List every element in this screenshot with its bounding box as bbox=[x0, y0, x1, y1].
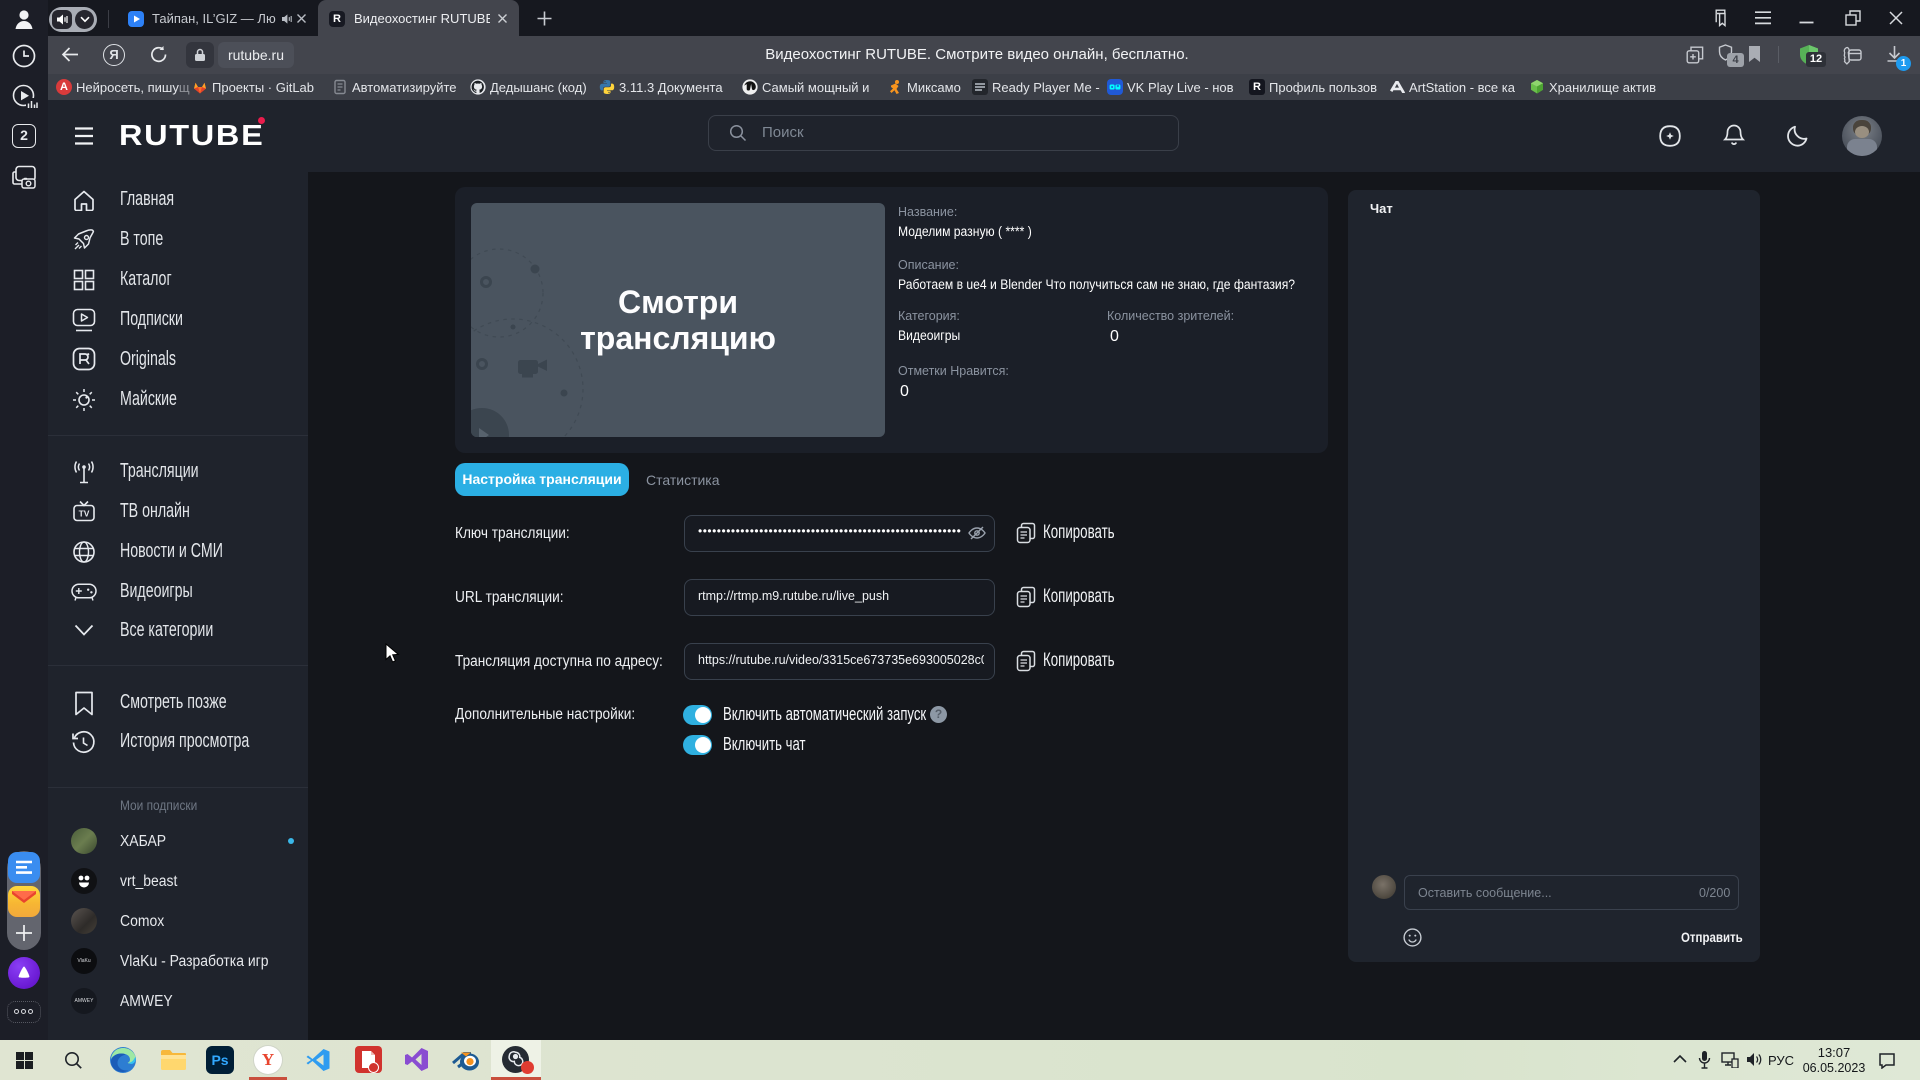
svg-text:TV: TV bbox=[79, 509, 90, 519]
svg-text:трансляцию: трансляцию bbox=[580, 320, 776, 356]
svg-text:Смотри: Смотри bbox=[618, 284, 738, 320]
